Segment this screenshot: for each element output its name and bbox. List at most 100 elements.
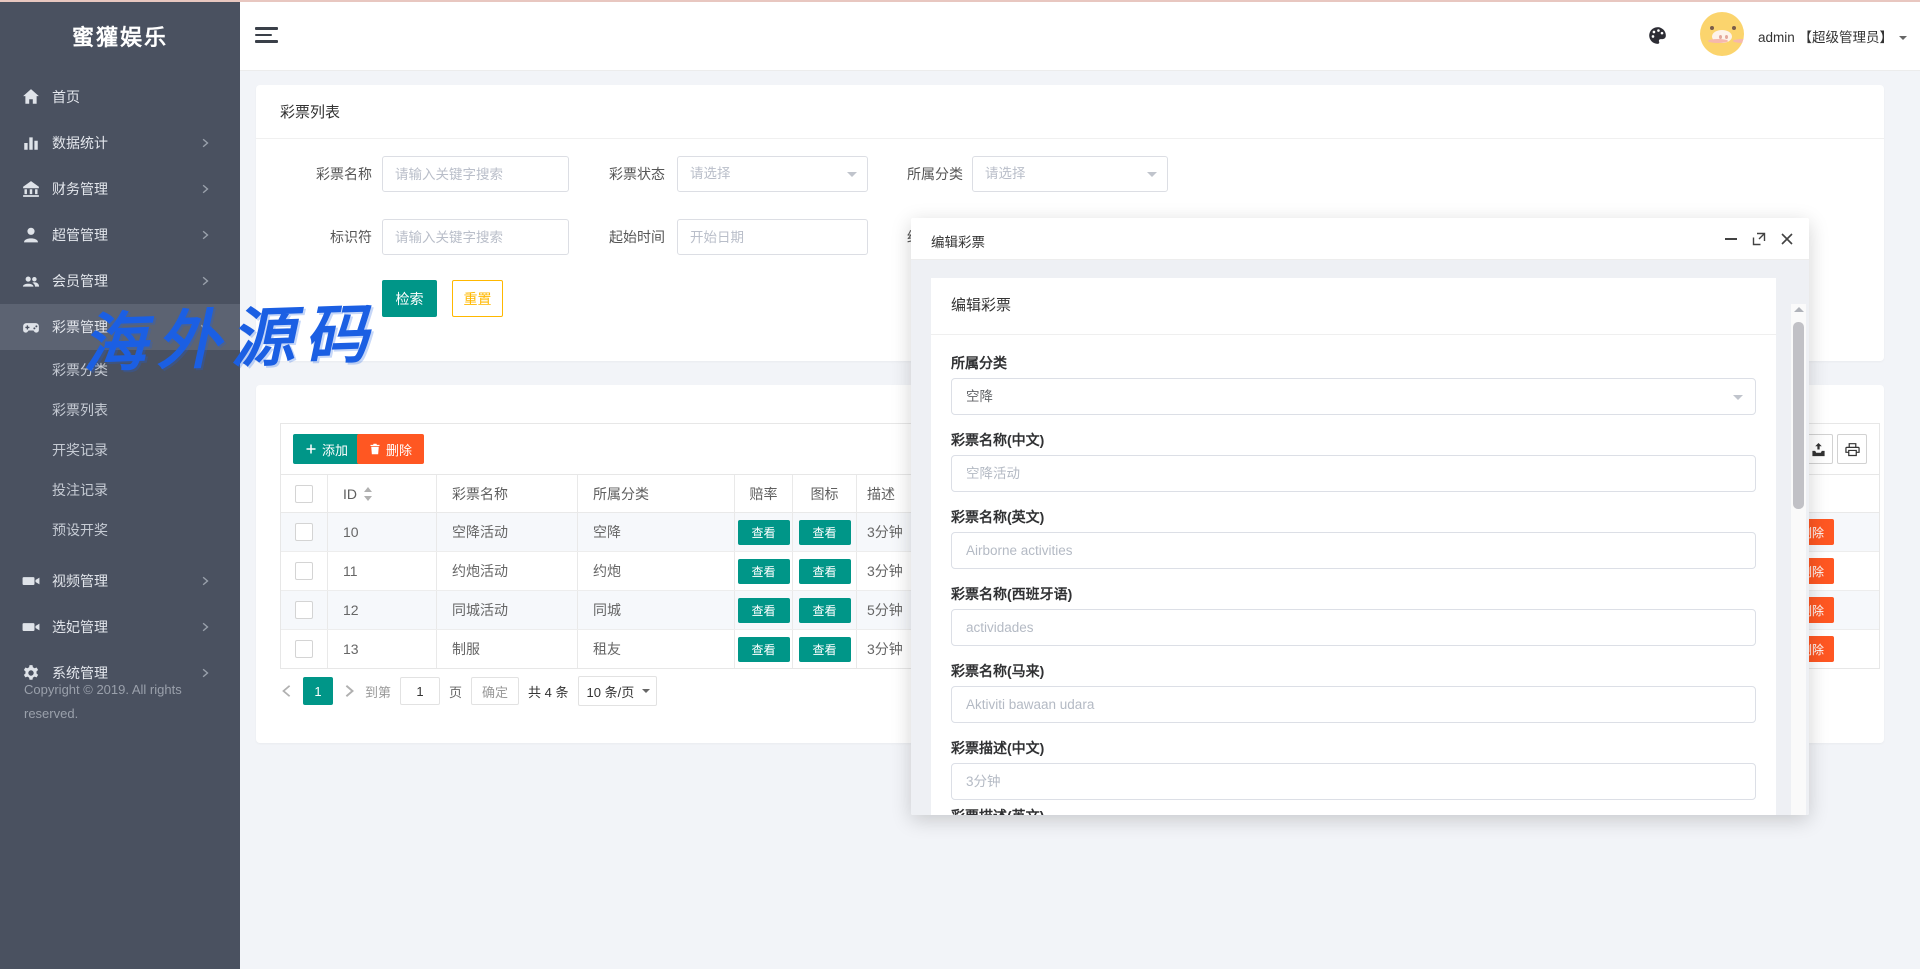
form-group-desc-en: 彩票描述(英文) xyxy=(951,806,1756,815)
sidebar: 蜜獾娱乐 首页 数据统计 财务管理 超管管理 xyxy=(0,0,240,969)
card-divider xyxy=(256,138,1884,139)
caret-down-icon xyxy=(1147,172,1157,182)
edit-lottery-modal: 编辑彩票 编辑彩票 所属分类 空降 彩票名称(中文) xyxy=(911,218,1809,815)
row-checkbox[interactable] xyxy=(295,562,313,580)
video-camera-icon xyxy=(22,572,40,590)
category-select[interactable]: 空降 xyxy=(951,378,1756,415)
sidebar-item-concubine[interactable]: 选妃管理 xyxy=(0,604,240,650)
print-button[interactable] xyxy=(1837,434,1867,464)
sidebar-item-statistics[interactable]: 数据统计 xyxy=(0,120,240,166)
view-icon-button[interactable]: 查看 xyxy=(799,598,851,623)
total-count-label: 共 4 条 xyxy=(528,682,568,701)
chevron-right-icon xyxy=(200,622,210,632)
cell-category: 租友 xyxy=(578,630,735,668)
modal-body: 编辑彩票 所属分类 空降 彩票名称(中文) 彩票名称(英文) xyxy=(911,260,1809,815)
row-checkbox[interactable] xyxy=(295,523,313,541)
name-en-input[interactable] xyxy=(951,532,1756,569)
lottery-status-label: 彩票状态 xyxy=(603,156,665,192)
bank-icon xyxy=(22,180,40,198)
batch-delete-button[interactable]: 删除 xyxy=(357,434,424,464)
app-logo: 蜜獾娱乐 xyxy=(0,20,240,52)
chevron-right-icon xyxy=(200,230,210,240)
sidebar-item-home[interactable]: 首页 xyxy=(0,74,240,120)
sidebar-item-video[interactable]: 视频管理 xyxy=(0,558,240,604)
start-date-input[interactable] xyxy=(677,219,868,255)
app-root: 蜜獾娱乐 首页 数据统计 财务管理 超管管理 xyxy=(0,0,1920,969)
cell-name: 制服 xyxy=(437,630,578,668)
form-group-name-cn: 彩票名称(中文) xyxy=(951,430,1756,492)
plus-icon xyxy=(305,443,317,455)
modal-scrollbar[interactable] xyxy=(1791,304,1806,815)
scrollbar-thumb[interactable] xyxy=(1793,322,1804,509)
identifier-label: 标识符 xyxy=(310,219,372,255)
add-button[interactable]: 添加 xyxy=(293,434,360,464)
sort-icon[interactable] xyxy=(363,487,373,501)
modal-title: 编辑彩票 xyxy=(931,231,985,251)
chevron-right-icon xyxy=(200,276,210,286)
sidebar-nav: 首页 数据统计 财务管理 超管管理 会员管理 xyxy=(0,74,240,696)
close-icon[interactable] xyxy=(1779,231,1795,247)
caret-down-icon xyxy=(1899,36,1907,44)
pagination: 1 到第 页 确定 共 4 条 10 条/页 xyxy=(280,677,666,705)
goto-page-input[interactable] xyxy=(400,677,440,705)
panel-divider xyxy=(931,334,1776,335)
user-avatar[interactable] xyxy=(1700,12,1744,56)
bar-chart-icon xyxy=(22,134,40,152)
home-icon xyxy=(22,88,40,106)
column-header-name: 彩票名称 xyxy=(437,475,578,512)
category-filter-select[interactable]: 请选择 xyxy=(972,156,1168,192)
identifier-input[interactable] xyxy=(382,219,569,255)
goto-prefix-label: 到第 xyxy=(365,682,391,701)
export-icon xyxy=(1811,442,1826,457)
desc-cn-input[interactable] xyxy=(951,763,1756,800)
print-icon xyxy=(1845,442,1860,457)
row-checkbox[interactable] xyxy=(295,601,313,619)
sidebar-subitem-bet-records[interactable]: 投注记录 xyxy=(0,470,240,510)
name-ms-input[interactable] xyxy=(951,686,1756,723)
prev-page-icon[interactable] xyxy=(280,684,294,698)
page-number-button[interactable]: 1 xyxy=(303,677,333,705)
goto-confirm-button[interactable]: 确定 xyxy=(471,677,519,705)
page-title: 彩票列表 xyxy=(280,101,340,122)
page-size-select[interactable]: 10 条/页 xyxy=(578,676,658,706)
cell-name: 约炮活动 xyxy=(437,552,578,590)
maximize-icon[interactable] xyxy=(1751,231,1767,247)
cell-category: 空降 xyxy=(578,513,735,551)
column-header-odds: 赔率 xyxy=(735,475,793,512)
name-es-input[interactable] xyxy=(951,609,1756,646)
theme-palette-icon[interactable] xyxy=(1648,26,1667,45)
column-header-id[interactable]: ID xyxy=(328,475,437,512)
scroll-up-arrow[interactable] xyxy=(1794,307,1804,312)
view-icon-button[interactable]: 查看 xyxy=(799,520,851,545)
next-page-icon[interactable] xyxy=(342,684,356,698)
lottery-status-select[interactable]: 请选择 xyxy=(677,156,868,192)
view-odds-button[interactable]: 查看 xyxy=(738,637,790,662)
name-cn-input[interactable] xyxy=(951,455,1756,492)
form-group-name-ms: 彩票名称(马来) xyxy=(951,661,1756,723)
caret-down-icon xyxy=(847,172,857,182)
video-camera-icon xyxy=(22,618,40,636)
sidebar-subitem-preset-draw[interactable]: 预设开奖 xyxy=(0,510,240,550)
sidebar-subitem-draw-records[interactable]: 开奖记录 xyxy=(0,430,240,470)
view-odds-button[interactable]: 查看 xyxy=(738,520,790,545)
column-header-icon: 图标 xyxy=(793,475,857,512)
reset-button[interactable]: 重置 xyxy=(452,280,503,317)
sidebar-item-superadmin[interactable]: 超管管理 xyxy=(0,212,240,258)
view-odds-button[interactable]: 查看 xyxy=(738,598,790,623)
search-button[interactable]: 检索 xyxy=(382,280,437,317)
view-icon-button[interactable]: 查看 xyxy=(799,637,851,662)
modal-titlebar[interactable]: 编辑彩票 xyxy=(911,218,1809,260)
admin-user-menu[interactable]: admin 【超级管理员】 xyxy=(1758,26,1907,46)
form-group-name-es: 彩票名称(西班牙语) xyxy=(951,584,1756,646)
minimize-icon[interactable] xyxy=(1723,231,1739,247)
lottery-name-input[interactable] xyxy=(382,156,569,192)
row-checkbox[interactable] xyxy=(295,640,313,658)
sidebar-subitem-lottery-list[interactable]: 彩票列表 xyxy=(0,390,240,430)
form-group-name-en: 彩票名称(英文) xyxy=(951,507,1756,569)
sidebar-item-finance[interactable]: 财务管理 xyxy=(0,166,240,212)
select-all-checkbox[interactable] xyxy=(295,485,313,503)
view-odds-button[interactable]: 查看 xyxy=(738,559,790,584)
cell-id: 13 xyxy=(328,630,437,668)
hamburger-menu-icon[interactable] xyxy=(255,27,279,43)
view-icon-button[interactable]: 查看 xyxy=(799,559,851,584)
